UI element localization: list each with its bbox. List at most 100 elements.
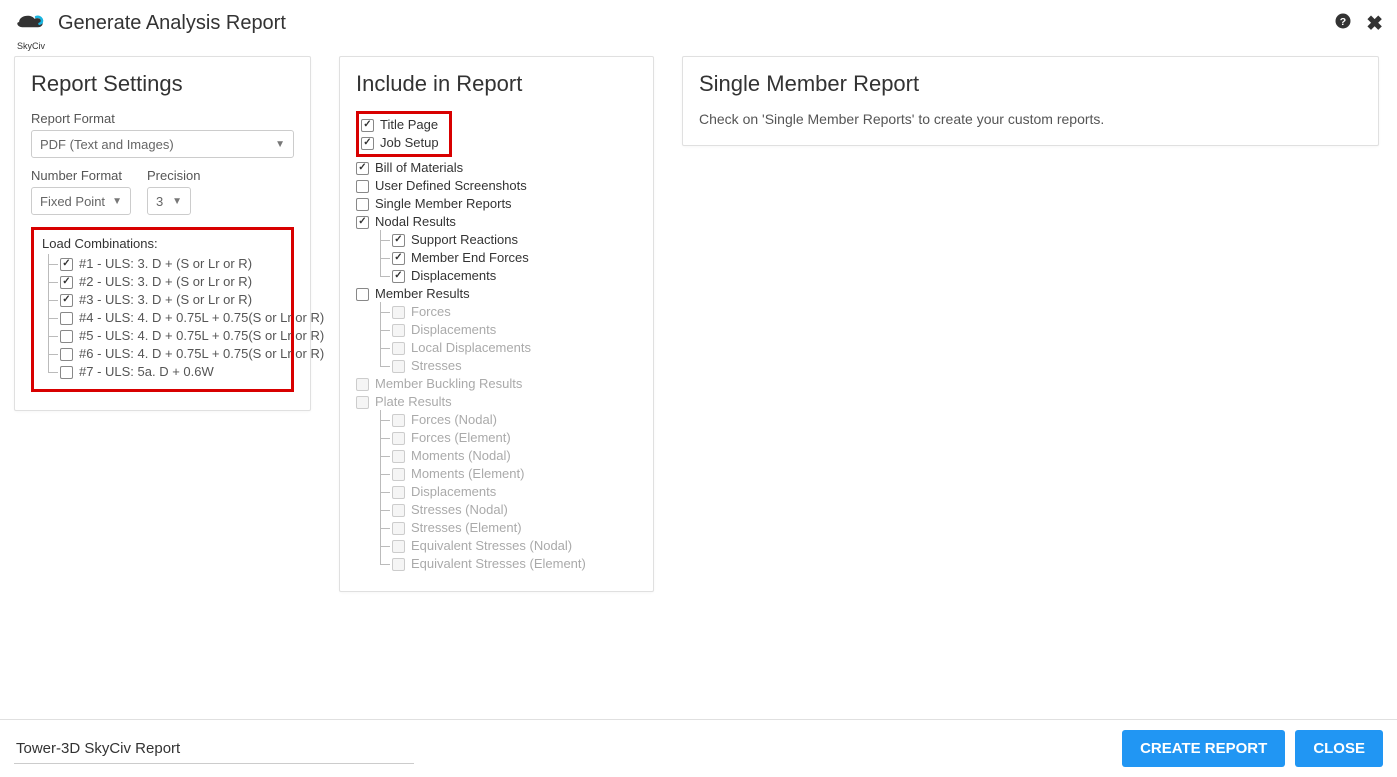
report-name-input[interactable] (14, 734, 414, 764)
precision-label: Precision (147, 168, 207, 183)
checkbox-member-end-forces[interactable] (392, 252, 405, 265)
label-member-end-forces: Member End Forces (411, 249, 529, 267)
label-plate-results: Plate Results (375, 393, 452, 411)
checkbox-smr[interactable] (356, 198, 369, 211)
load-combination-item: #4 - ULS: 4. D + 0.75L + 0.75(S or Lr or… (42, 309, 283, 327)
number-format-select[interactable]: Fixed Point ▼ (31, 187, 131, 215)
single-member-text: Check on 'Single Member Reports' to crea… (699, 111, 1362, 127)
footer: CREATE REPORT CLOSE (0, 719, 1397, 777)
dialog-title: Generate Analysis Report (58, 12, 286, 35)
checkbox-pr-eq-stresses-nodal (392, 540, 405, 553)
label-pr-eq-stresses-nodal: Equivalent Stresses (Nodal) (411, 537, 572, 555)
checkbox-pr-moments-nodal (392, 450, 405, 463)
load-combination-label: #4 - ULS: 4. D + 0.75L + 0.75(S or Lr or… (79, 309, 324, 327)
label-job-setup: Job Setup (380, 134, 439, 152)
checkbox-pr-forces-nodal (392, 414, 405, 427)
label-pr-moments-element: Moments (Element) (411, 465, 524, 483)
report-format-select[interactable]: PDF (Text and Images) ▼ (31, 130, 294, 158)
checkbox-load-combination[interactable] (60, 294, 73, 307)
include-highlight: Title Page Job Setup (356, 111, 452, 157)
load-combinations-highlight: Load Combinations: #1 - ULS: 3. D + (S o… (31, 227, 294, 392)
caret-icon: ▼ (172, 196, 182, 207)
label-mr-displacements: Displacements (411, 321, 496, 339)
load-combinations-tree: #1 - ULS: 3. D + (S or Lr or R)#2 - ULS:… (42, 255, 283, 381)
label-title-page: Title Page (380, 116, 438, 134)
label-mr-forces: Forces (411, 303, 451, 321)
load-combination-item: #7 - ULS: 5a. D + 0.6W (42, 363, 283, 381)
checkbox-load-combination[interactable] (60, 312, 73, 325)
tree-connector (42, 274, 60, 290)
report-settings-panel: Report Settings Report Format PDF (Text … (14, 56, 311, 411)
main-content: Report Settings Report Format PDF (Text … (0, 46, 1397, 602)
label-buckling: Member Buckling Results (375, 375, 522, 393)
load-combination-label: #5 - ULS: 4. D + 0.75L + 0.75(S or Lr or… (79, 327, 324, 345)
help-icon[interactable]: ? (1334, 12, 1352, 35)
checkbox-displacements[interactable] (392, 270, 405, 283)
close-icon[interactable]: ✖ (1366, 11, 1383, 36)
label-pr-moments-nodal: Moments (Nodal) (411, 447, 511, 465)
close-button[interactable]: CLOSE (1295, 730, 1383, 767)
load-combination-label: #3 - ULS: 3. D + (S or Lr or R) (79, 291, 252, 309)
logo-text: SkyCiv (14, 41, 48, 51)
svg-text:?: ? (1340, 15, 1346, 27)
label-pr-forces-nodal: Forces (Nodal) (411, 411, 497, 429)
label-pr-stresses-element: Stresses (Element) (411, 519, 522, 537)
label-pr-displacements: Displacements (411, 483, 496, 501)
checkbox-plate-results (356, 396, 369, 409)
checkbox-screenshots[interactable] (356, 180, 369, 193)
caret-icon: ▼ (275, 139, 285, 150)
checkbox-load-combination[interactable] (60, 258, 73, 271)
checkbox-load-combination[interactable] (60, 348, 73, 361)
number-format-label: Number Format (31, 168, 131, 183)
single-member-title: Single Member Report (699, 71, 1362, 97)
checkbox-pr-forces-element (392, 432, 405, 445)
checkbox-pr-moments-element (392, 468, 405, 481)
load-combination-item: #1 - ULS: 3. D + (S or Lr or R) (42, 255, 283, 273)
label-support-reactions: Support Reactions (411, 231, 518, 249)
load-combination-item: #3 - ULS: 3. D + (S or Lr or R) (42, 291, 283, 309)
load-combination-label: #7 - ULS: 5a. D + 0.6W (79, 363, 214, 381)
checkbox-pr-displacements (392, 486, 405, 499)
tree-connector (42, 292, 60, 308)
checkbox-mr-stresses (392, 360, 405, 373)
number-format-value: Fixed Point (40, 194, 105, 209)
checkbox-nodal-results[interactable] (356, 216, 369, 229)
include-panel: Include in Report Title Page Job Setup B… (339, 56, 654, 592)
load-combination-label: #2 - ULS: 3. D + (S or Lr or R) (79, 273, 252, 291)
checkbox-mr-forces (392, 306, 405, 319)
checkbox-member-results[interactable] (356, 288, 369, 301)
create-report-button[interactable]: CREATE REPORT (1122, 730, 1285, 767)
caret-icon: ▼ (112, 196, 122, 207)
precision-select[interactable]: 3 ▼ (147, 187, 191, 215)
checkbox-job-setup[interactable] (361, 137, 374, 150)
checkbox-load-combination[interactable] (60, 366, 73, 379)
label-pr-eq-stresses-element: Equivalent Stresses (Element) (411, 555, 586, 573)
load-combination-item: #5 - ULS: 4. D + 0.75L + 0.75(S or Lr or… (42, 327, 283, 345)
report-format-value: PDF (Text and Images) (40, 137, 174, 152)
tree-connector (42, 328, 60, 344)
label-screenshots: User Defined Screenshots (375, 177, 527, 195)
report-settings-title: Report Settings (31, 71, 294, 97)
load-combination-item: #2 - ULS: 3. D + (S or Lr or R) (42, 273, 283, 291)
checkbox-bom[interactable] (356, 162, 369, 175)
checkbox-mr-local-disp (392, 342, 405, 355)
label-mr-stresses: Stresses (411, 357, 462, 375)
single-member-panel: Single Member Report Check on 'Single Me… (682, 56, 1379, 146)
checkbox-pr-stresses-nodal (392, 504, 405, 517)
checkbox-title-page[interactable] (361, 119, 374, 132)
checkbox-mr-displacements (392, 324, 405, 337)
load-combination-label: #6 - ULS: 4. D + 0.75L + 0.75(S or Lr or… (79, 345, 324, 363)
load-combinations-label: Load Combinations: (42, 236, 283, 251)
checkbox-load-combination[interactable] (60, 330, 73, 343)
checkbox-support-reactions[interactable] (392, 234, 405, 247)
label-smr: Single Member Reports (375, 195, 512, 213)
dialog-header: SkyCiv Generate Analysis Report ? ✖ (0, 0, 1397, 46)
skyciv-logo: SkyCiv (14, 8, 48, 38)
label-nodal-results: Nodal Results (375, 213, 456, 231)
tree-connector (42, 310, 60, 326)
load-combination-item: #6 - ULS: 4. D + 0.75L + 0.75(S or Lr or… (42, 345, 283, 363)
tree-connector (42, 364, 60, 380)
label-mr-local-disp: Local Displacements (411, 339, 531, 357)
label-bom: Bill of Materials (375, 159, 463, 177)
checkbox-load-combination[interactable] (60, 276, 73, 289)
